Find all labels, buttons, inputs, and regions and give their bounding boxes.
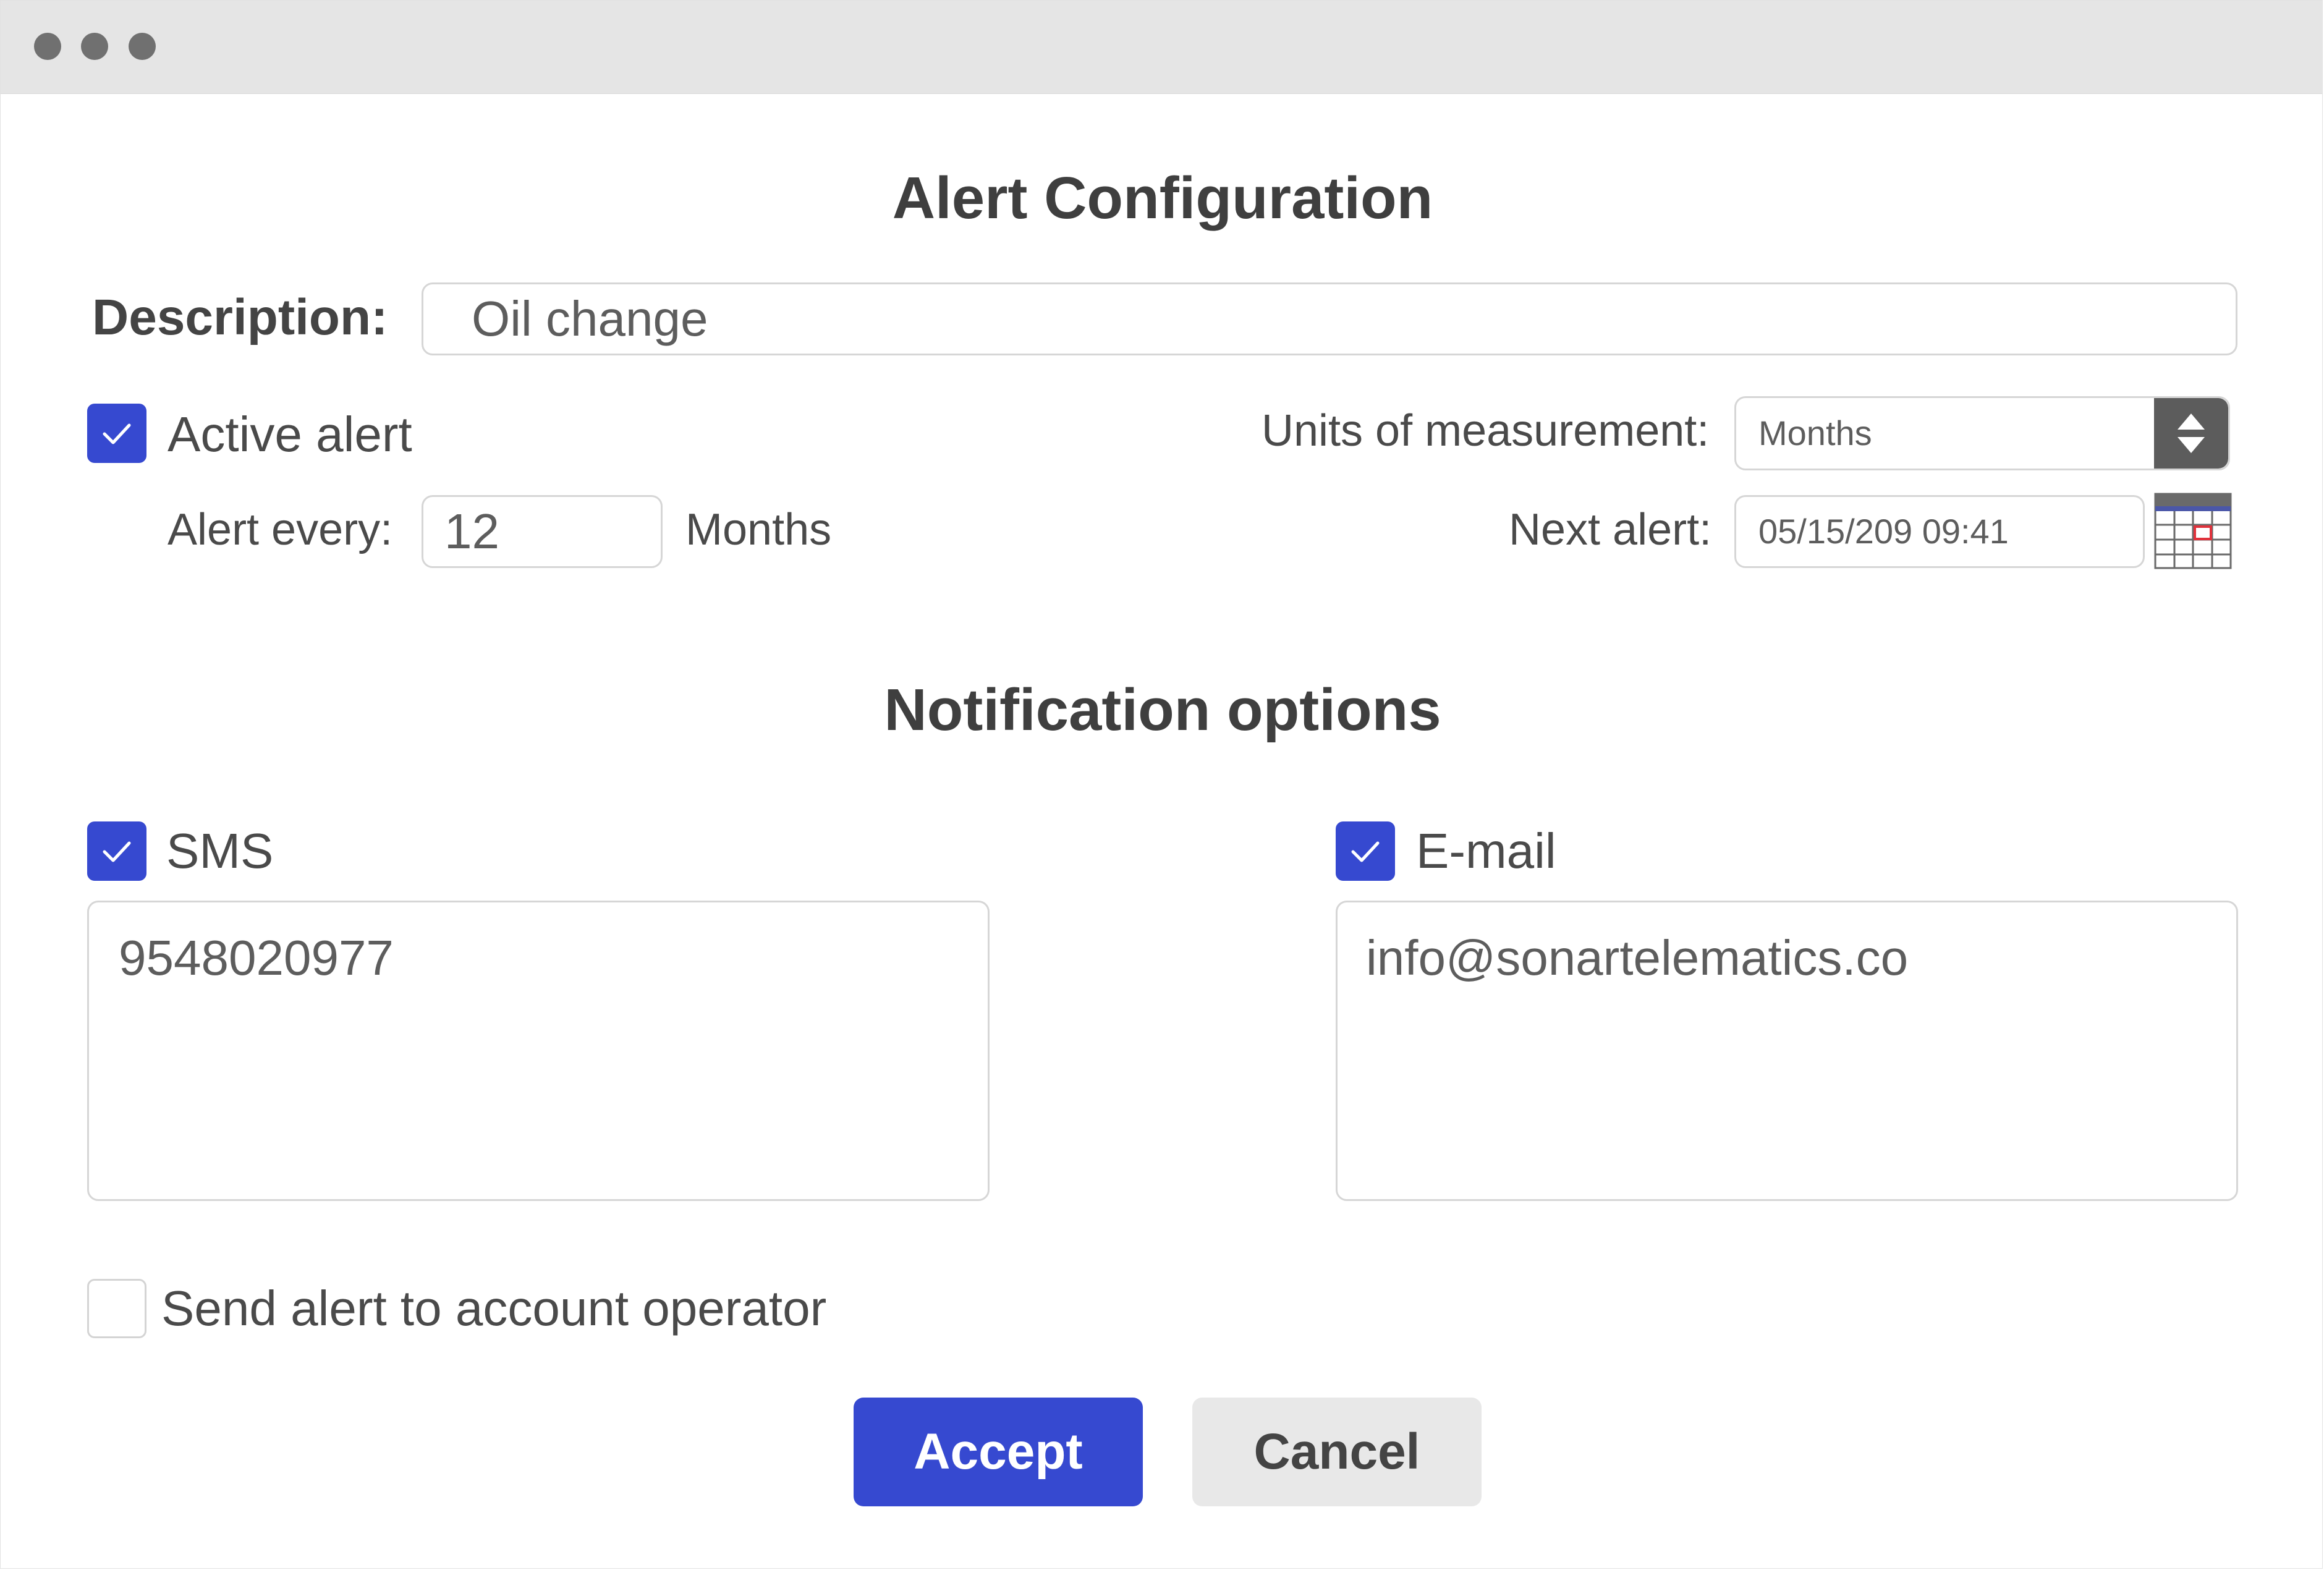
dialog-window: Alert Configuration Description: Oil cha…	[0, 0, 2323, 1569]
units-select-value: Months	[1758, 414, 1872, 452]
alert-every-unit: Months	[685, 505, 832, 554]
active-alert-checkbox[interactable]	[87, 404, 146, 463]
email-label: E-mail	[1416, 823, 1556, 878]
email-textarea[interactable]: info@sonartelematics.co	[1336, 901, 2238, 1201]
alert-every-label: Alert every:	[168, 505, 393, 554]
check-icon	[103, 841, 131, 862]
notification-title: Notification options	[884, 677, 1441, 743]
units-label: Units of measurement:	[1262, 406, 1710, 456]
window-control-maximize-icon[interactable]	[129, 33, 156, 60]
active-alert-label: Active alert	[168, 407, 412, 462]
window-control-minimize-icon[interactable]	[81, 33, 108, 60]
alert-every-input[interactable]: 12	[422, 495, 663, 568]
check-icon	[103, 423, 131, 444]
description-input[interactable]: Oil change	[422, 282, 2237, 355]
sms-label: SMS	[166, 823, 274, 878]
description-label: Description:	[92, 289, 388, 346]
email-checkbox[interactable]	[1336, 821, 1395, 881]
send-operator-label: Send alert to account operator	[161, 1281, 827, 1336]
dialog-title: Alert Configuration	[892, 165, 1433, 231]
window-titlebar	[1, 1, 2322, 94]
calendar-icon[interactable]	[2154, 493, 2232, 569]
check-icon	[1351, 841, 1380, 862]
sms-textarea[interactable]: 9548020977	[87, 901, 990, 1201]
window-control-close-icon[interactable]	[34, 33, 61, 60]
next-alert-label: Next alert:	[1509, 505, 1712, 554]
next-alert-input[interactable]: 05/15/209 09:41	[1734, 495, 2145, 568]
send-operator-checkbox[interactable]	[87, 1279, 146, 1338]
sms-checkbox[interactable]	[87, 821, 146, 881]
cancel-button[interactable]: Cancel	[1192, 1398, 1482, 1506]
select-arrows-icon[interactable]	[2154, 398, 2228, 469]
accept-button[interactable]: Accept	[854, 1398, 1143, 1506]
units-select[interactable]: Months	[1734, 396, 2230, 470]
